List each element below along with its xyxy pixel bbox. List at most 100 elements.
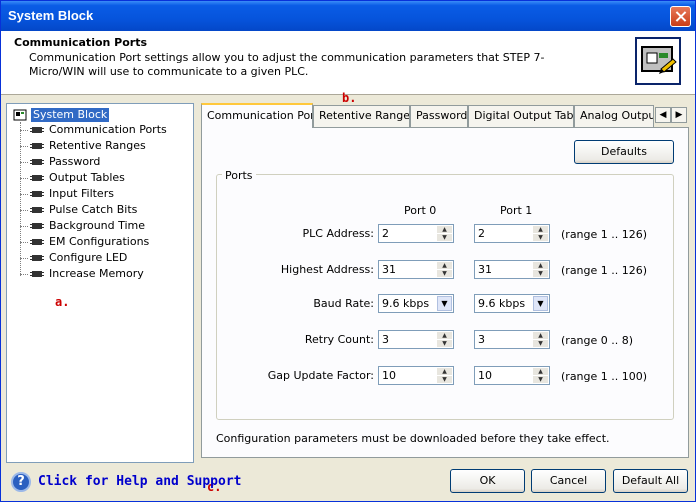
spin-up-icon[interactable]: ▲ <box>437 332 452 339</box>
help-link-text: Click for Help and Support <box>38 474 242 489</box>
tree-connector <box>20 194 28 195</box>
annotation-b: b. <box>342 91 357 105</box>
tree-connector <box>20 242 28 243</box>
gap-update-factor-port1-spinner[interactable]: 10 ▲ ▼ <box>474 366 550 385</box>
spinner-value: 31 <box>382 263 396 276</box>
tab-analog-output-table[interactable]: Analog Output Table <box>574 105 654 127</box>
cancel-button[interactable]: Cancel <box>531 469 606 493</box>
selected-value: 9.6 kbps <box>382 297 430 310</box>
chip-icon <box>30 141 44 151</box>
tree-item-label: Input Filters <box>49 187 114 200</box>
tab-digital-output-table[interactable]: Digital Output Table <box>468 105 574 127</box>
header-title: Communication Ports <box>14 36 148 49</box>
spinner-value: 10 <box>478 369 492 382</box>
tree-connector <box>20 274 28 275</box>
spin-down-icon[interactable]: ▼ <box>437 270 452 277</box>
tree-item-label: Password <box>49 155 101 168</box>
close-button[interactable] <box>670 6 691 27</box>
spin-down-icon[interactable]: ▼ <box>437 376 452 383</box>
annotation-a: a. <box>55 295 70 309</box>
tree-item-label: Pulse Catch Bits <box>49 203 138 216</box>
tab-scroll-right-icon[interactable]: ▶ <box>671 107 687 123</box>
chip-icon <box>30 221 44 231</box>
system-block-icon <box>13 109 27 121</box>
spinner-arrows: ▲ ▼ <box>533 262 548 277</box>
chevron-down-icon[interactable]: ▼ <box>533 296 548 311</box>
tab-communication-ports[interactable]: Communication Ports <box>201 103 313 128</box>
retry-count-label: Retry Count: <box>304 333 374 346</box>
title-bar[interactable]: System Block <box>1 1 695 31</box>
system-block-tree[interactable]: System Block Communication Ports Retentiv… <box>6 103 194 463</box>
download-note: Configuration parameters must be downloa… <box>216 432 610 445</box>
retry-count-port0-spinner[interactable]: 3 ▲ ▼ <box>378 330 454 349</box>
chip-icon <box>30 253 44 263</box>
baud-rate-port1-select[interactable]: 9.6 kbps ▼ <box>474 294 550 313</box>
tab-password[interactable]: Password <box>410 105 468 127</box>
spin-up-icon[interactable]: ▲ <box>533 368 548 375</box>
chip-icon <box>30 237 44 247</box>
plc-address-port0-spinner[interactable]: 2 ▲ ▼ <box>378 224 454 243</box>
baud-rate-label: Baud Rate: <box>313 297 374 310</box>
spinner-value: 3 <box>382 333 389 346</box>
chip-icon <box>30 125 44 135</box>
chevron-down-icon[interactable]: ▼ <box>437 296 452 311</box>
ports-group-title: Ports <box>222 169 256 182</box>
port1-header: Port 1 <box>500 204 533 217</box>
system-block-icon <box>635 37 681 85</box>
highest-address-port0-spinner[interactable]: 31 ▲ ▼ <box>378 260 454 279</box>
tab-strip: Communication Ports Retentive Ranges Pas… <box>201 103 689 128</box>
spin-down-icon[interactable]: ▼ <box>533 270 548 277</box>
spin-up-icon[interactable]: ▲ <box>533 332 548 339</box>
highest-address-port1-spinner[interactable]: 31 ▲ ▼ <box>474 260 550 279</box>
spin-down-icon[interactable]: ▼ <box>533 234 548 241</box>
spin-down-icon[interactable]: ▼ <box>437 234 452 241</box>
baud-rate-port0-select[interactable]: 9.6 kbps ▼ <box>378 294 454 313</box>
system-block-dialog: System Block Communication Ports Communi… <box>0 0 696 502</box>
tree-connector <box>20 226 28 227</box>
defaults-button[interactable]: Defaults <box>574 140 674 164</box>
help-icon: ? <box>11 472 31 492</box>
chip-icon <box>30 205 44 215</box>
tree-item-label: Background Time <box>49 219 146 232</box>
spin-down-icon[interactable]: ▼ <box>533 376 548 383</box>
spin-down-icon[interactable]: ▼ <box>437 340 452 347</box>
chip-icon <box>30 173 44 183</box>
default-all-button[interactable]: Default All <box>613 469 688 493</box>
tree-connector <box>20 130 28 131</box>
spin-up-icon[interactable]: ▲ <box>437 368 452 375</box>
plc-address-port1-spinner[interactable]: 2 ▲ ▼ <box>474 224 550 243</box>
spinner-arrows: ▲ ▼ <box>437 368 452 383</box>
gap-update-factor-port0-spinner[interactable]: 10 ▲ ▼ <box>378 366 454 385</box>
plc-address-label: PLC Address: <box>302 227 374 240</box>
highest-address-label: Highest Address: <box>280 263 374 276</box>
spin-up-icon[interactable]: ▲ <box>437 262 452 269</box>
ok-button[interactable]: OK <box>450 469 525 493</box>
chip-icon <box>30 189 44 199</box>
retry-count-port1-spinner[interactable]: 3 ▲ ▼ <box>474 330 550 349</box>
window-title: System Block <box>8 8 94 23</box>
header-description: Communication Port settings allow you to… <box>29 51 545 78</box>
tab-retentive-ranges[interactable]: Retentive Ranges <box>313 105 410 127</box>
gap-update-factor-range: (range 1 .. 100) <box>561 370 648 383</box>
spinner-arrows: ▲ ▼ <box>533 332 548 347</box>
header-panel: Communication Ports Communication Port s… <box>1 31 695 95</box>
tree-connector <box>20 178 28 179</box>
tree-connector <box>20 258 28 259</box>
spin-down-icon[interactable]: ▼ <box>533 340 548 347</box>
selected-value: 9.6 kbps <box>478 297 526 310</box>
spin-up-icon[interactable]: ▲ <box>437 226 452 233</box>
tree-item-label: Communication Ports <box>49 123 167 136</box>
communication-ports-panel: Defaults Ports Port 0 Port 1 PLC Address… <box>201 127 689 458</box>
spinner-arrows: ▲ ▼ <box>533 226 548 241</box>
tree-item-label: Increase Memory <box>49 267 144 280</box>
spin-up-icon[interactable]: ▲ <box>533 226 548 233</box>
chip-icon <box>30 157 44 167</box>
spin-up-icon[interactable]: ▲ <box>533 262 548 269</box>
highest-address-range: (range 1 .. 126) <box>561 264 648 277</box>
spinner-arrows: ▲ ▼ <box>437 226 452 241</box>
tree-item-label: Output Tables <box>49 171 125 184</box>
tree-item-label: Retentive Ranges <box>49 139 146 152</box>
tab-scroll-left-icon[interactable]: ◀ <box>655 107 671 123</box>
plc-address-range: (range 1 .. 126) <box>561 228 648 241</box>
retry-count-range: (range 0 .. 8) <box>561 334 634 347</box>
